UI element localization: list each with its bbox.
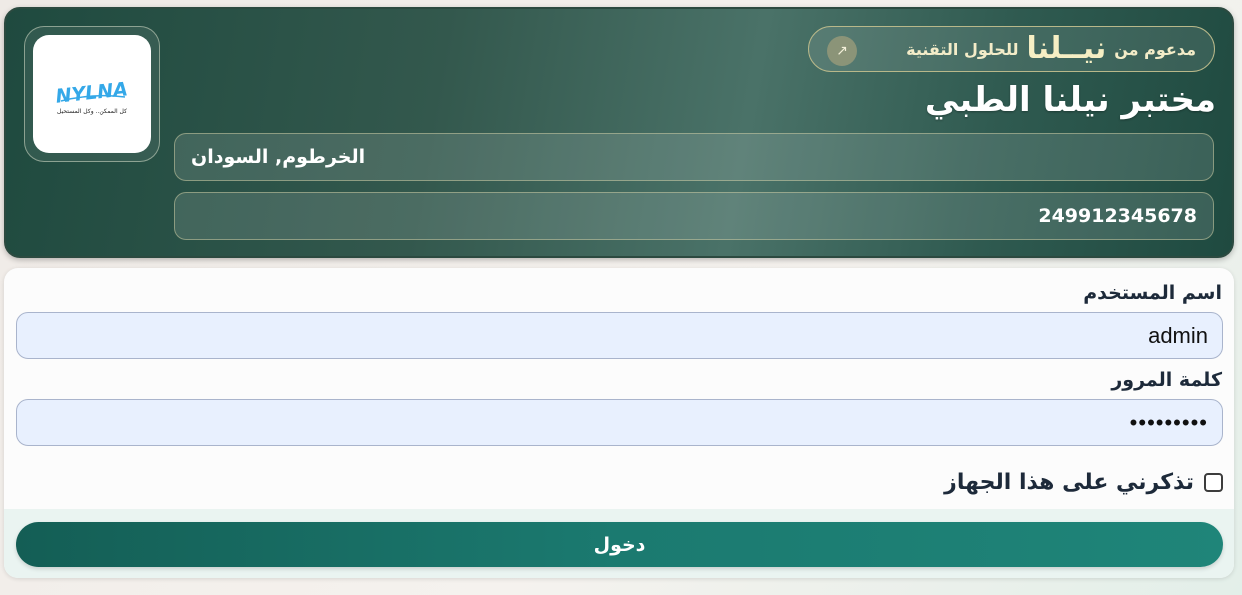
powered-by-badge[interactable]: ↗ مدعوم من نيــلنا للحلول التقنية <box>808 26 1215 72</box>
badge-prefix: مدعوم من <box>1114 39 1196 59</box>
logo-tagline: كل الممكن.. وكل المستحيل <box>57 108 127 115</box>
phone-field: 249912345678 <box>174 192 1214 240</box>
remember-label: تذكرني على هذا الجهاز <box>944 470 1194 495</box>
username-input[interactable]: admin <box>16 312 1223 359</box>
remember-checkbox[interactable] <box>1204 473 1223 492</box>
username-label: اسم المستخدم <box>1083 282 1222 304</box>
password-label: كلمة المرور <box>1111 369 1222 391</box>
badge-brand: نيــلنا <box>1026 31 1107 66</box>
password-input[interactable]: ••••••••• <box>16 399 1223 446</box>
remember-me[interactable]: تذكرني على هذا الجهاز <box>944 470 1223 495</box>
location-field: الخرطوم, السودان <box>174 133 1214 181</box>
badge-suffix: للحلول التقنية <box>906 39 1019 59</box>
external-link-icon[interactable]: ↗ <box>827 36 857 66</box>
logo-wordmark: NYLNA <box>55 78 129 107</box>
logo-image: NYLNA كل الممكن.. وكل المستحيل <box>55 78 129 115</box>
powered-by-text: مدعوم من نيــلنا للحلول التقنية <box>906 34 1196 64</box>
logo: NYLNA كل الممكن.. وكل المستحيل <box>33 35 151 153</box>
lab-title: مختبر نيلنا الطبي <box>924 80 1216 120</box>
login-button[interactable]: دخول <box>16 522 1223 567</box>
